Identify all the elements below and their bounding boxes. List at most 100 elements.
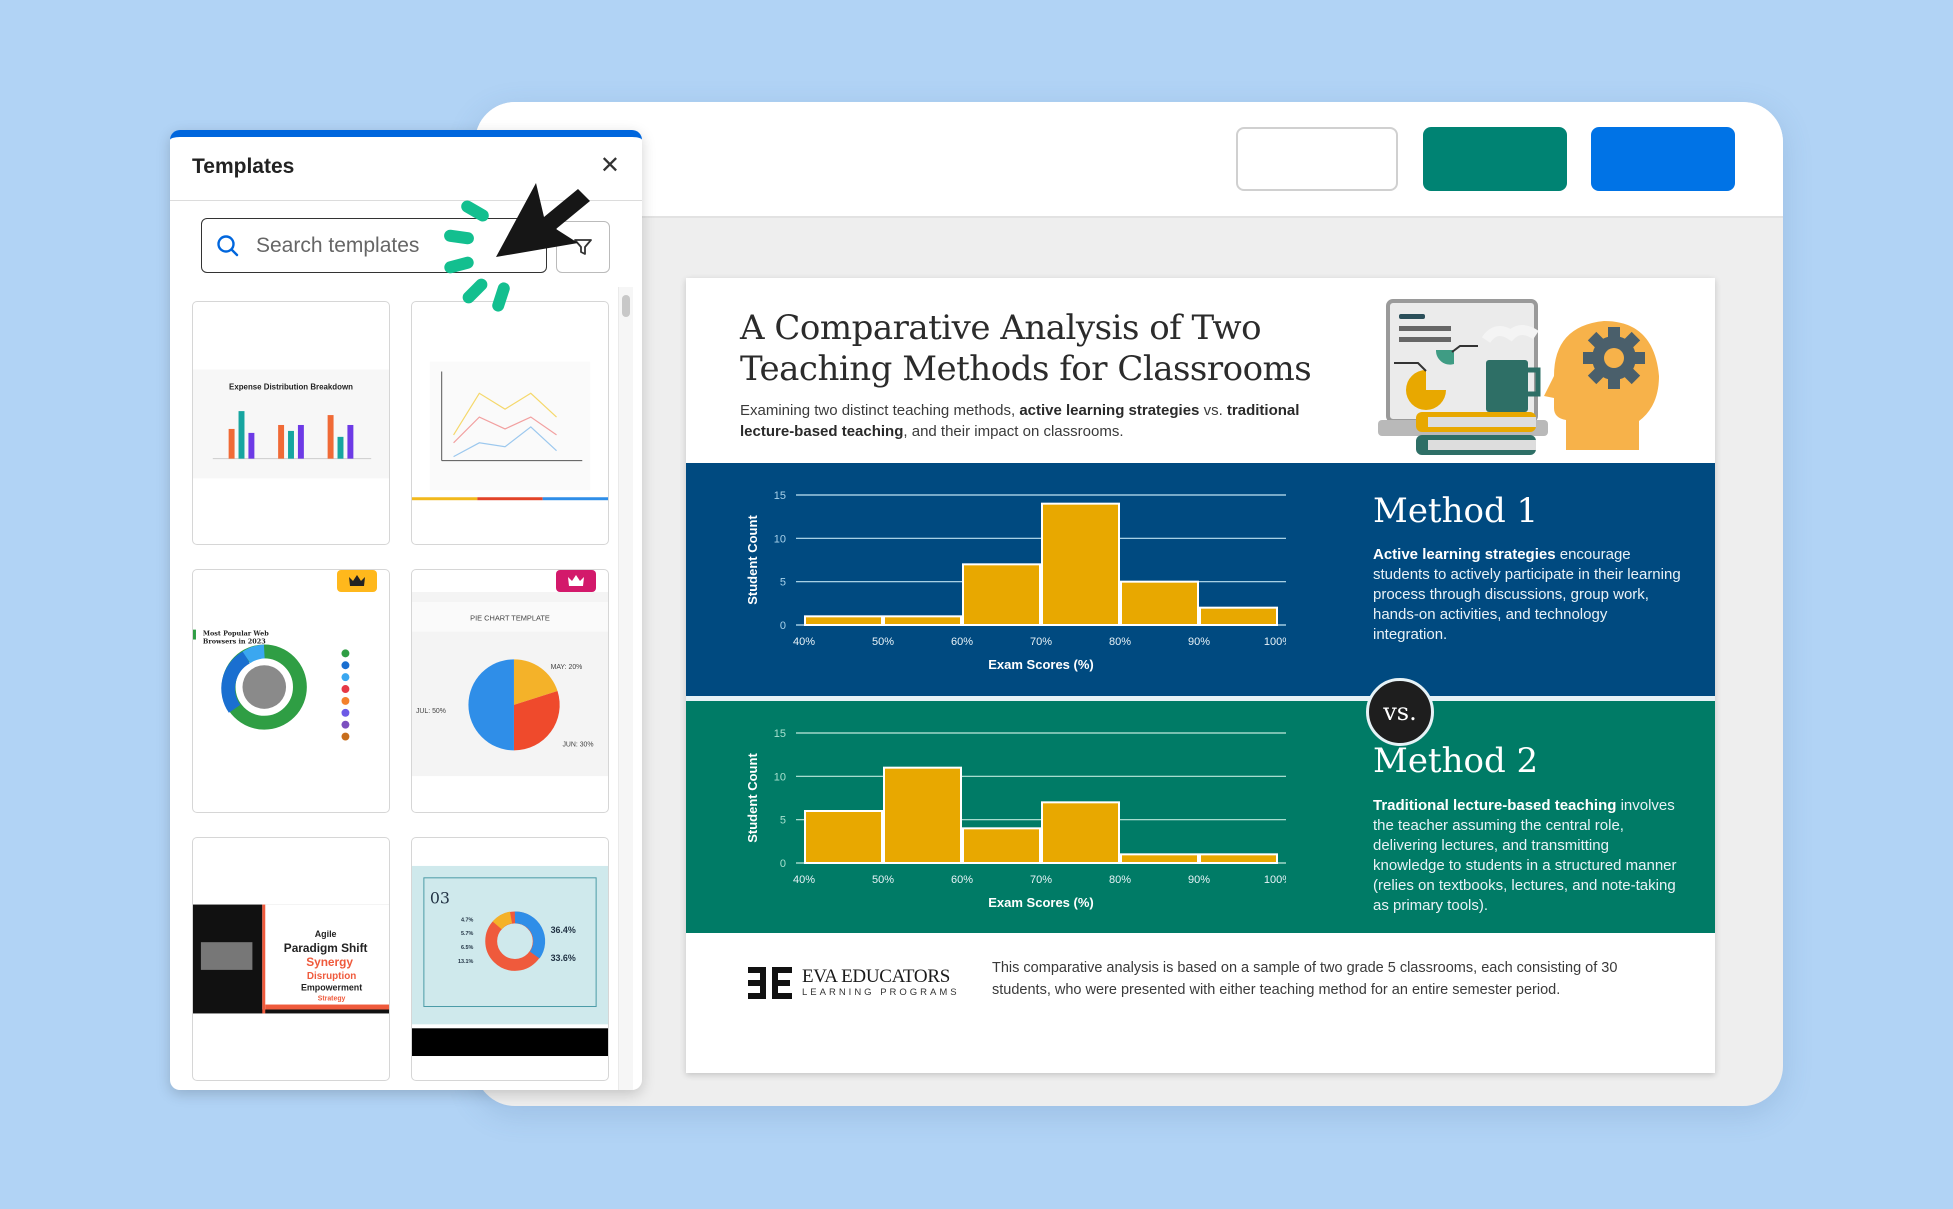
x-tick-label: 100% [1264, 636, 1286, 648]
pie-label: JUL: 50% [416, 708, 446, 715]
y-tick-label: 0 [780, 858, 786, 870]
histogram-bar [883, 615, 962, 626]
vs-label: VS. [1383, 698, 1417, 726]
template-card-pie-chart[interactable]: PIE CHART TEMPLATE MAY: 20% JUN: 30% JUL… [411, 569, 609, 813]
infographic-header: A Comparative Analysis of Two Teaching M… [686, 278, 1715, 463]
title-line-1: A Comparative Analysis of Two [740, 308, 1262, 348]
x-axis-label: Exam Scores (%) [988, 657, 1094, 672]
secondary-button[interactable] [1236, 127, 1398, 191]
x-tick-label: 50% [872, 874, 894, 886]
method-2-title[interactable]: Method 2 [1373, 741, 1538, 781]
search-box[interactable] [201, 218, 547, 273]
cloud-word: Paradigm Shift [284, 941, 368, 955]
histogram-bar [1199, 853, 1278, 864]
cloud-word: Synergy [306, 955, 353, 969]
infographic-title[interactable]: A Comparative Analysis of Two Teaching M… [740, 308, 1340, 390]
templates-panel: Templates ✕ Expense Distribution Breakdo… [170, 130, 642, 1090]
histogram-bar [804, 810, 883, 864]
subtitle-bold-1: active learning strategies [1019, 402, 1200, 419]
template-preview: 03 4.7% 5.7% 6.5% 13.1% 36.4% 33.6% [412, 865, 608, 1057]
panel-header: Templates ✕ [170, 137, 642, 201]
x-tick-label: 60% [951, 636, 973, 648]
x-tick-label: 90% [1188, 874, 1210, 886]
search-input[interactable] [254, 232, 518, 259]
footer-note[interactable]: This comparative analysis is based on a … [992, 957, 1672, 1001]
template-card-web-browsers[interactable]: Most Popular Web Browsers in 2023 [192, 569, 390, 813]
x-tick-label: 70% [1030, 636, 1052, 648]
template-value: 6.5% [461, 945, 474, 951]
pie-label: MAY: 20% [551, 664, 583, 671]
subtitle-text: vs. [1199, 402, 1227, 419]
filter-button[interactable] [556, 221, 610, 273]
histogram-bar [883, 766, 962, 865]
y-tick-label: 10 [774, 533, 786, 545]
head-gear-icon [1544, 321, 1659, 450]
template-preview: Expense Distribution Breakdown [193, 369, 389, 479]
cloud-word: Agile [315, 929, 337, 939]
template-card-expense-distribution[interactable]: Expense Distribution Breakdown [192, 301, 390, 545]
method-1-section: 0 5 10 15 40% 50% 60% 70% 80% 90% 100% Exam Scores … [686, 463, 1715, 696]
logo-name: EVA EDUCATORS [802, 966, 950, 987]
editor-toolbar [475, 102, 1783, 218]
filter-icon [574, 239, 592, 255]
scrollbar-thumb[interactable] [622, 295, 630, 317]
teal-action-button[interactable] [1423, 127, 1567, 191]
subtitle-text: , and their impact on classrooms. [903, 423, 1124, 440]
panel-scrollbar[interactable] [618, 287, 633, 1090]
histogram-bar [1199, 606, 1278, 627]
x-tick-label: 70% [1030, 874, 1052, 886]
x-tick-label: 40% [793, 636, 815, 648]
histogram-bar [1120, 580, 1199, 626]
template-card-cloud-words[interactable]: Agile Paradigm Shift Synergy Disruption … [192, 837, 390, 1081]
histogram-bar [1041, 801, 1120, 865]
histogram-bar [962, 563, 1041, 627]
template-title: PIE CHART TEMPLATE [470, 614, 550, 623]
infographic-subtitle[interactable]: Examining two distinct teaching methods,… [740, 400, 1300, 442]
template-card-visual-content[interactable]: 03 4.7% 5.7% 6.5% 13.1% 36.4% 33.6% [411, 837, 609, 1081]
template-value: 4.7% [461, 917, 474, 923]
x-tick-label: 80% [1109, 636, 1131, 648]
method-1-histogram[interactable]: 0 5 10 15 40% 50% 60% 70% 80% 90% 100% Exam Scores … [726, 473, 1286, 688]
teaching-illustration[interactable] [1366, 290, 1706, 465]
x-tick-label: 50% [872, 636, 894, 648]
x-axis-label: Exam Scores (%) [988, 895, 1094, 910]
vs-badge[interactable]: VS. [1366, 678, 1434, 746]
y-tick-label: 15 [774, 728, 786, 740]
histogram-bar [1120, 853, 1199, 864]
method-1-title[interactable]: Method 1 [1373, 491, 1538, 531]
primary-action-button[interactable] [1591, 127, 1735, 191]
cloud-word: Strategy [318, 996, 346, 1003]
method-1-description[interactable]: Active learning strategies encourage stu… [1373, 545, 1683, 645]
infographic-canvas[interactable]: A Comparative Analysis of Two Teaching M… [686, 278, 1715, 1073]
histogram-bar [804, 615, 883, 626]
method-2-description[interactable]: Traditional lecture-based teaching invol… [1373, 796, 1683, 916]
template-value: 33.6% [551, 953, 576, 963]
template-preview [412, 361, 608, 501]
panel-title: Templates [192, 155, 295, 178]
cloud-word: Disruption [307, 971, 356, 982]
eva-educators-logo[interactable]: EVA EDUCATORS LEARNING PROGRAMS [746, 965, 960, 1001]
template-preview: Most Popular Web Browsers in 2023 [193, 630, 350, 741]
y-tick-label: 0 [780, 620, 786, 632]
y-tick-label: 5 [780, 577, 786, 589]
method-2-section: 0 5 10 15 40% 50% 60% 70% 80% 90% 100% Exam Scores … [686, 701, 1715, 933]
close-icon[interactable]: ✕ [600, 153, 620, 177]
template-card-line-chart[interactable] [411, 301, 609, 545]
template-number: 03 [430, 889, 450, 908]
template-value: 36.4% [551, 925, 576, 935]
pie-label: JUN: 30% [562, 741, 593, 748]
template-preview: PIE CHART TEMPLATE MAY: 20% JUN: 30% JUL… [412, 592, 608, 777]
template-value: 13.1% [458, 959, 474, 965]
x-tick-label: 80% [1109, 874, 1131, 886]
method-2-bold: Traditional lecture-based teaching [1373, 797, 1617, 814]
method-2-histogram[interactable]: 0 5 10 15 40% 50% 60% 70% 80% 90% 100% Exam Scores … [726, 711, 1286, 926]
x-tick-label: 40% [793, 874, 815, 886]
y-tick-label: 5 [780, 815, 786, 827]
template-preview: Agile Paradigm Shift Synergy Disruption … [193, 904, 389, 1014]
method-2-text: involves the teacher assuming the centra… [1373, 797, 1677, 914]
y-tick-label: 10 [774, 771, 786, 783]
x-tick-label: 60% [951, 874, 973, 886]
logo-tagline: LEARNING PROGRAMS [802, 987, 960, 998]
histogram-bar [962, 827, 1041, 865]
template-value: 5.7% [461, 931, 474, 937]
